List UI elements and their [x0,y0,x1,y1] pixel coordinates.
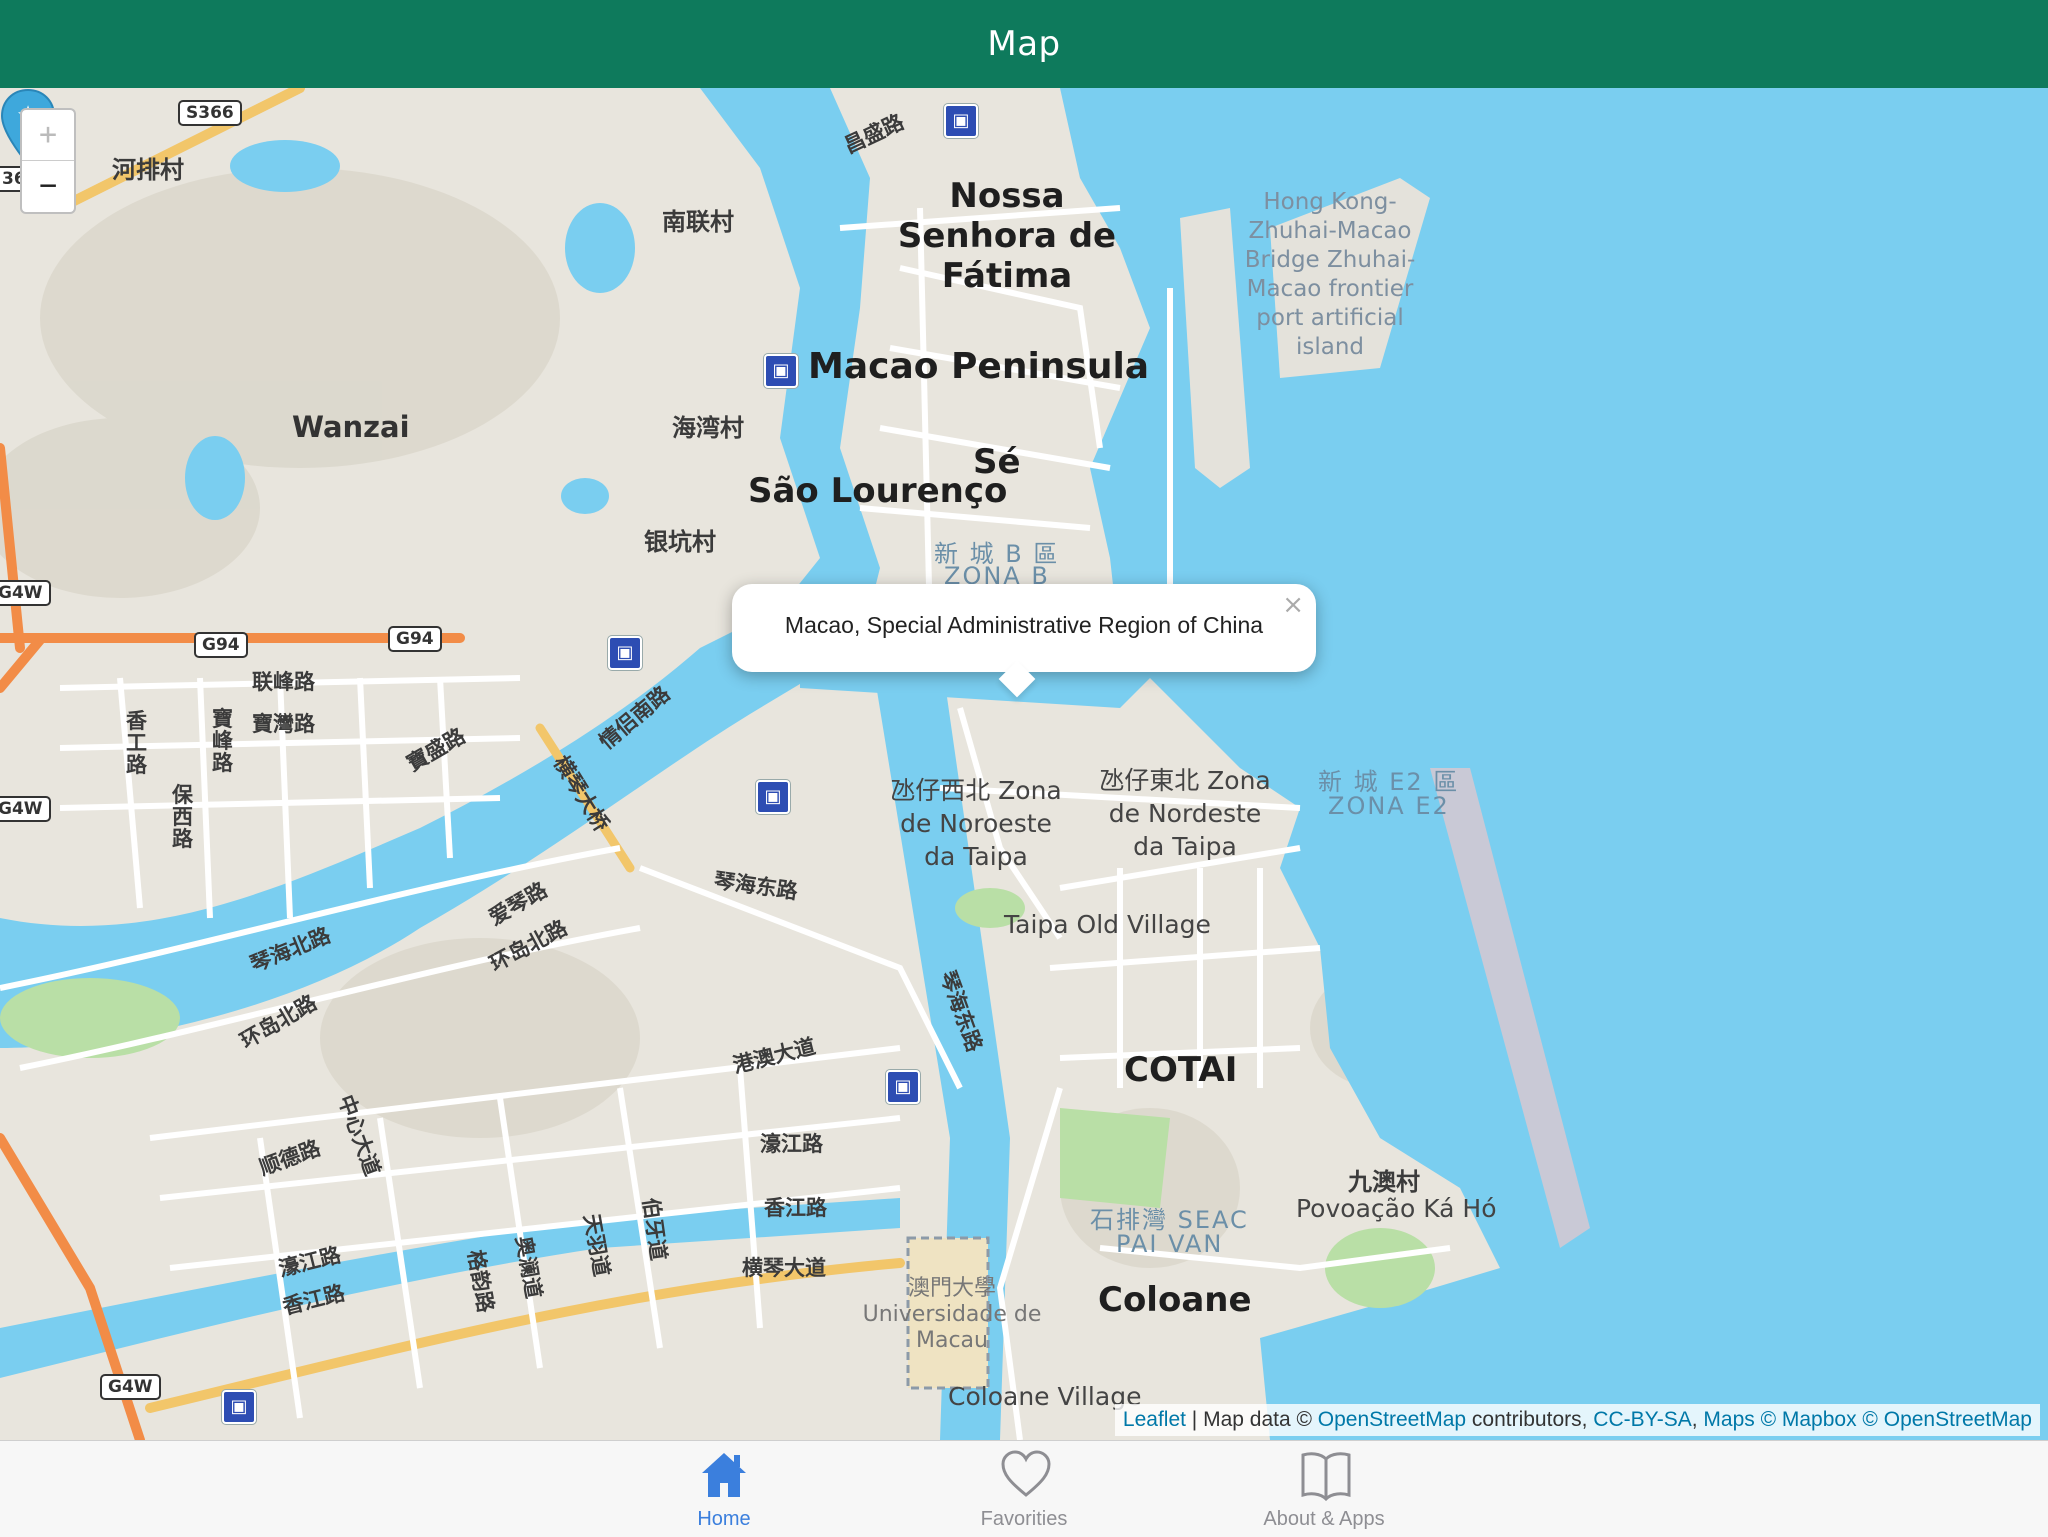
place-label: Nossa Senhora de Fátima [897,176,1117,296]
district-label: ZONA E2 [1328,792,1450,820]
place-label: 氹仔西北 Zona de Noroeste da Taipa [890,776,1062,871]
street-label: 寶峰路 [212,707,233,775]
app-header: Map [0,0,2048,88]
osm-link[interactable]: OpenStreetMap [1318,1408,1466,1431]
place-label: 银坑村 [644,528,716,556]
tab-bar: Home Favorities About & Apps [0,1440,2048,1537]
road-shield: S366 [178,100,242,126]
metro-station-icon: ▣ [764,354,798,388]
road-shield: G4W [0,796,51,822]
book-icon [1301,1452,1351,1501]
tab-label: Favorities [980,1508,1068,1530]
attribution-text: contributors, [1466,1408,1594,1431]
map-view[interactable]: S366 36 G94 G94 G4W G4W G4W ▣ ▣ ▣ ▣ ▣ ▣ … [0,88,2048,1440]
zoom-out-button[interactable]: − [22,161,74,211]
popup-text: Macao, Special Administrative Region of … [784,612,1264,638]
tab-favorites[interactable]: Favorities [914,1441,1134,1537]
place-label: COTAI [1124,1050,1238,1090]
place-label: Taipa Old Village [1004,910,1211,939]
tab-label: About & Apps [1263,1508,1385,1530]
attribution-text: | Map data © [1185,1408,1318,1431]
street-label: 香江路 [764,1196,827,1220]
tab-home[interactable]: Home [614,1441,834,1537]
road-shield: G94 [194,632,248,658]
place-label: 河排村 [112,156,184,184]
map-attribution: Leaflet | Map data © OpenStreetMap contr… [1114,1404,2040,1436]
district-label: PAI VAN [1116,1230,1224,1258]
place-label: Macao Peninsula [808,346,1150,387]
place-label: 海湾村 [672,414,744,442]
place-label: 澳門大學 [907,1276,996,1301]
zoom-control: + − [20,108,76,214]
place-label: 氹仔東北 Zona de Nordeste da Taipa [1099,766,1271,861]
leaflet-link[interactable]: Leaflet [1123,1408,1186,1431]
street-label: 寶灣路 [252,712,315,736]
road-shield: G94 [388,626,442,652]
metro-station-icon: ▣ [608,636,642,670]
place-label: Wanzai [292,410,410,444]
heart-icon [1001,1450,1051,1497]
island-label: Hong Kong-Zhuhai-Macao Bridge Zhuhai-Mac… [1244,189,1416,360]
place-label: Universidade de Macau [862,1302,1042,1353]
place-label: Povoação Ká Hó [1296,1194,1497,1223]
tab-about[interactable]: About & Apps [1214,1441,1434,1537]
zoom-in-button[interactable]: + [22,110,74,160]
place-label: Coloane [1098,1280,1252,1320]
road-shield: G4W [0,580,51,606]
license-link[interactable]: CC-BY-SA [1593,1408,1691,1431]
place-label: Coloane Village [948,1382,1142,1411]
road-shield: G4W [100,1374,161,1400]
attribution-text: , [1691,1408,1704,1431]
street-label: 横琴大道 [742,1256,826,1280]
metro-station-icon: ▣ [944,104,978,138]
place-label: 南联村 [662,208,734,236]
home-icon [702,1453,746,1497]
place-label: São Lourenço [748,471,1008,511]
metro-station-icon: ▣ [886,1070,920,1104]
metro-station-icon: ▣ [222,1390,256,1424]
mapbox-link[interactable]: Maps © Mapbox © OpenStreetMap [1703,1408,2032,1431]
location-popup: Macao, Special Administrative Region of … [732,584,1316,698]
metro-station-icon: ▣ [756,780,790,814]
street-label: 濠江路 [760,1132,823,1156]
page-title: Map [987,24,1061,64]
popup-close-button[interactable]: × [1282,590,1304,620]
tab-label: Home [697,1508,751,1530]
street-label: 香工路 [126,709,147,777]
street-label: 保西路 [172,783,193,851]
street-label: 联峰路 [252,670,315,694]
place-label: 九澳村 [1348,1168,1420,1196]
